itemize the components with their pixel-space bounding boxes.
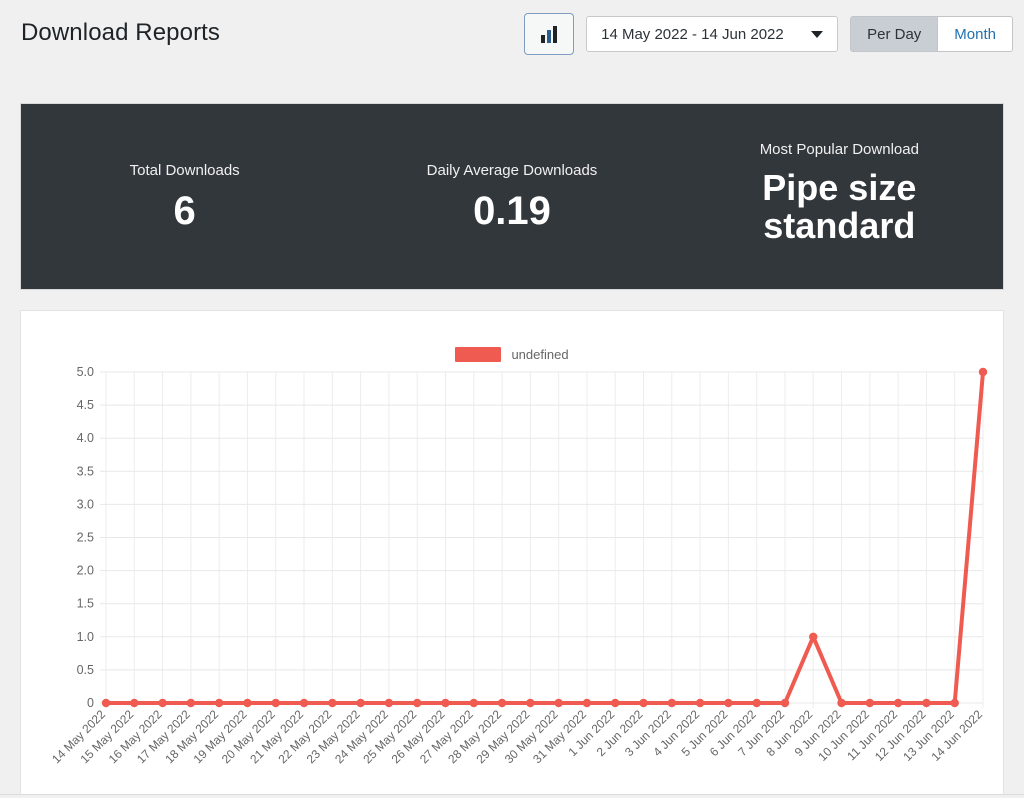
date-range-value: 14 May 2022 - 14 Jun 2022 [601,26,784,43]
date-range-selector[interactable]: 14 May 2022 - 14 Jun 2022 [586,16,838,52]
page-header: Download Reports 14 May 2022 - 14 Jun 20… [0,0,1024,72]
svg-text:1.0: 1.0 [77,630,94,644]
stat-daily-average-downloads: Daily Average Downloads 0.19 [348,104,675,289]
bar-chart-icon [541,26,557,43]
svg-text:2.0: 2.0 [77,564,94,578]
chart-view-toggle-button[interactable] [524,13,574,55]
stat-most-popular-download: Most Popular Download Pipe size standard [676,104,1003,289]
page-title: Download Reports [21,19,220,47]
downloads-chart-panel: undefined 00.51.01.52.02.53.03.54.04.55.… [20,310,1004,795]
page-bottom-edge [0,794,1024,798]
svg-text:0.5: 0.5 [77,663,94,677]
downloads-line-chart: 00.51.01.52.02.53.03.54.04.55.014 May 20… [21,311,1003,794]
svg-text:1.5: 1.5 [77,597,94,611]
svg-text:3.0: 3.0 [77,497,94,511]
svg-text:4.0: 4.0 [77,431,94,445]
summary-stats-panel: Total Downloads 6 Daily Average Download… [20,103,1004,290]
download-reports-page: Download Reports 14 May 2022 - 14 Jun 20… [0,0,1024,798]
stat-value: 6 [174,190,196,232]
stat-label: Total Downloads [130,162,240,180]
granularity-toggle-group: Per Day Month [850,16,1013,52]
chevron-down-icon [811,31,823,38]
svg-text:3.5: 3.5 [77,464,94,478]
chart-plot-area: 00.51.01.52.02.53.03.54.04.55.014 May 20… [21,311,1003,794]
granularity-option-month[interactable]: Month [937,17,1012,51]
stat-label: Daily Average Downloads [427,162,598,180]
stat-value: 0.19 [473,190,551,232]
granularity-option-per-day[interactable]: Per Day [851,17,937,51]
svg-text:5.0: 5.0 [77,365,94,379]
svg-text:4.5: 4.5 [77,398,94,412]
svg-text:2.5: 2.5 [77,531,94,545]
stat-value: Pipe size standard [719,169,959,245]
stat-label: Most Popular Download [760,141,919,159]
stat-total-downloads: Total Downloads 6 [21,104,348,289]
report-toolbar: 14 May 2022 - 14 Jun 2022 Per Day Month [524,13,1013,55]
svg-text:0: 0 [87,696,94,710]
